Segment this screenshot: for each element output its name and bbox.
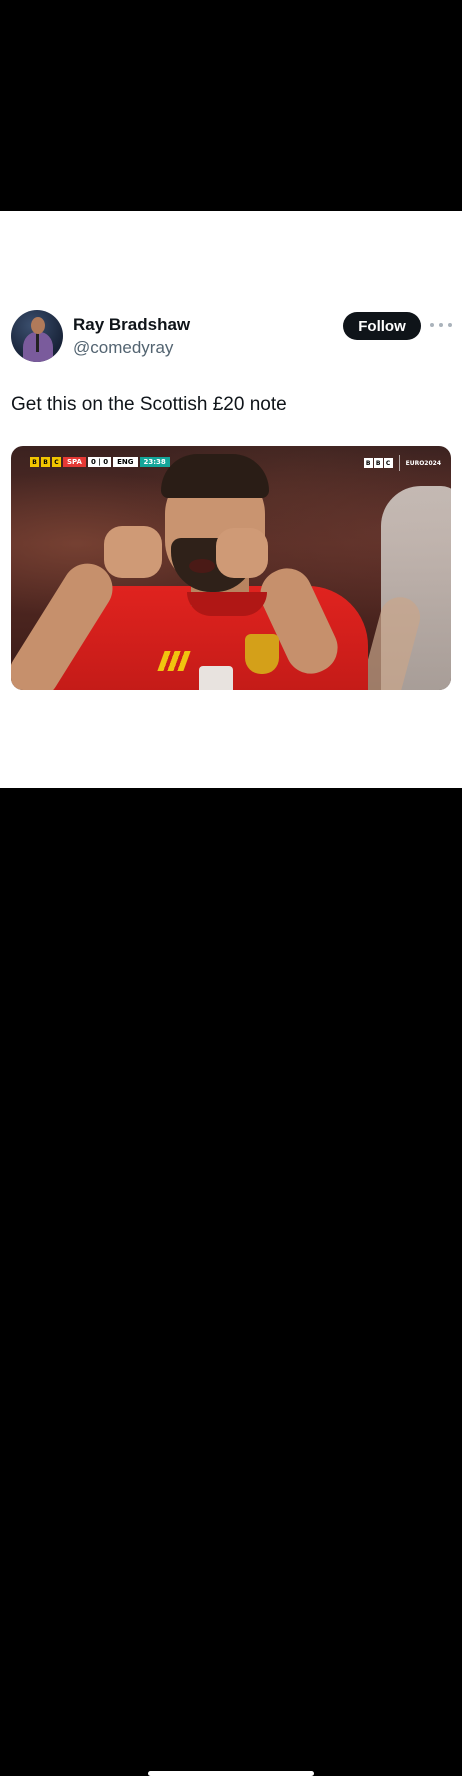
- top-black-bar: [0, 0, 462, 211]
- scorebug-home-team: SPA: [63, 457, 86, 467]
- scorebug: B B C SPA 0 | 0 ENG 23:38: [30, 456, 170, 468]
- author-name[interactable]: Ray Bradshaw: [73, 315, 190, 335]
- player-right-fist: [216, 528, 268, 578]
- more-dot: [439, 323, 443, 327]
- bbc-logo-letter: B: [363, 458, 373, 468]
- post-media-image[interactable]: B B C SPA 0 | 0 ENG 23:38 B B C EURO2024: [11, 446, 451, 690]
- bbc-logo-letter: B: [373, 458, 383, 468]
- team-crest-icon: [245, 634, 279, 674]
- tournament-badge-icon: [199, 666, 233, 690]
- player-collar: [187, 592, 267, 616]
- logo-divider: [398, 455, 400, 471]
- post-card: Ray Bradshaw @comedyray Follow Get this …: [0, 211, 462, 788]
- more-options-icon[interactable]: [430, 317, 452, 333]
- scorebug-bbc-letter: C: [52, 457, 61, 467]
- bbc-logo-letter: C: [383, 458, 393, 468]
- more-dot: [448, 323, 452, 327]
- broadcaster-logo: B B C EURO2024: [363, 455, 441, 471]
- euro2024-logo: EURO2024: [405, 459, 441, 467]
- player-left-fist: [104, 526, 162, 578]
- scorebug-away-team: ENG: [113, 457, 138, 467]
- player-hair: [161, 454, 269, 498]
- avatar-head: [31, 317, 45, 334]
- home-indicator[interactable]: [148, 1771, 314, 1776]
- author-handle[interactable]: @comedyray: [73, 338, 173, 358]
- player-mouth: [189, 559, 215, 573]
- bbc-logo: B B C: [363, 458, 393, 468]
- avatar[interactable]: [11, 310, 63, 362]
- scorebug-bbc-letter: B: [30, 457, 39, 467]
- bottom-black-bar: [0, 788, 462, 1776]
- scorebug-bbc-letter: B: [41, 457, 50, 467]
- more-dot: [430, 323, 434, 327]
- scorebug-clock: 23:38: [139, 457, 170, 467]
- post-text: Get this on the Scottish £20 note: [11, 394, 287, 415]
- scorebug-score: 0 | 0: [87, 457, 112, 467]
- follow-button[interactable]: Follow: [343, 312, 421, 340]
